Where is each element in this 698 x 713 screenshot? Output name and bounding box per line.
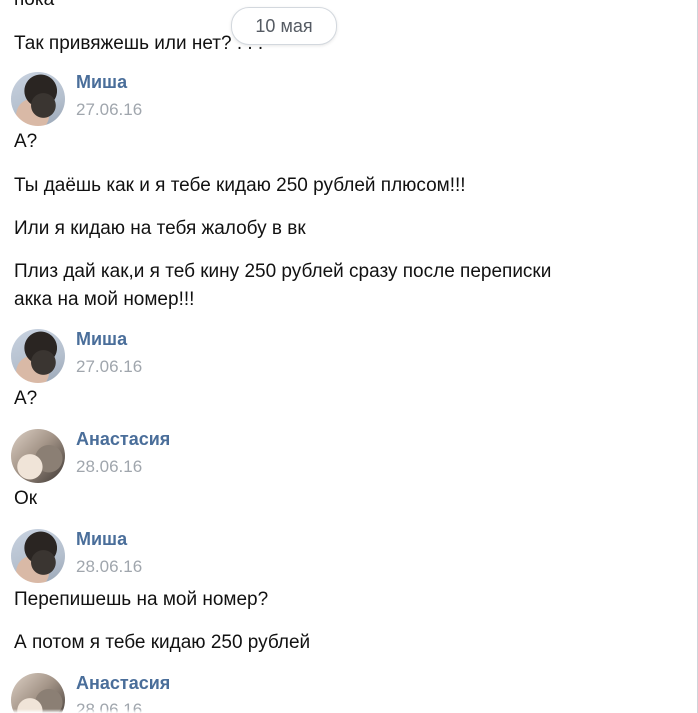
message-text: Плиз дай как,и я теб кину 250 рублей сра… — [14, 261, 552, 310]
message-date[interactable]: 27.06.16 — [76, 357, 142, 377]
chat-history: пока Так привяжешь или нет? . . . 10 мая… — [0, 0, 698, 713]
message-text: Перепишешь на мой номер? — [14, 589, 269, 610]
message-text: Или я кидаю на тебя жалобу в вк — [14, 218, 306, 239]
message-text: Ок — [14, 488, 38, 509]
scroll-fade — [0, 709, 697, 713]
avatar[interactable] — [11, 529, 65, 583]
message-date[interactable]: 28.06.16 — [76, 457, 142, 477]
message-date[interactable]: 27.06.16 — [76, 100, 142, 120]
message-text: А? — [14, 131, 38, 152]
author-name[interactable]: Миша — [76, 72, 127, 93]
author-name[interactable]: Миша — [76, 329, 127, 350]
avatar[interactable] — [11, 72, 65, 126]
message-text: А? — [14, 388, 38, 409]
message-date[interactable]: 28.06.16 — [76, 557, 142, 577]
avatar[interactable] — [11, 429, 65, 483]
author-name[interactable]: Миша — [76, 529, 127, 550]
author-name[interactable]: Анастасия — [76, 429, 170, 450]
author-name[interactable]: Анастасия — [76, 673, 170, 694]
avatar[interactable] — [11, 329, 65, 383]
message-text: пока — [14, 0, 54, 14]
date-divider: 10 мая — [231, 7, 337, 45]
avatar[interactable] — [11, 673, 65, 713]
message-text: Ты даёшь как и я тебе кидаю 250 рублей п… — [14, 175, 466, 196]
message-text: А потом я тебе кидаю 250 рублей — [14, 632, 311, 653]
message-text: Так привяжешь или нет? . . . — [14, 33, 264, 54]
